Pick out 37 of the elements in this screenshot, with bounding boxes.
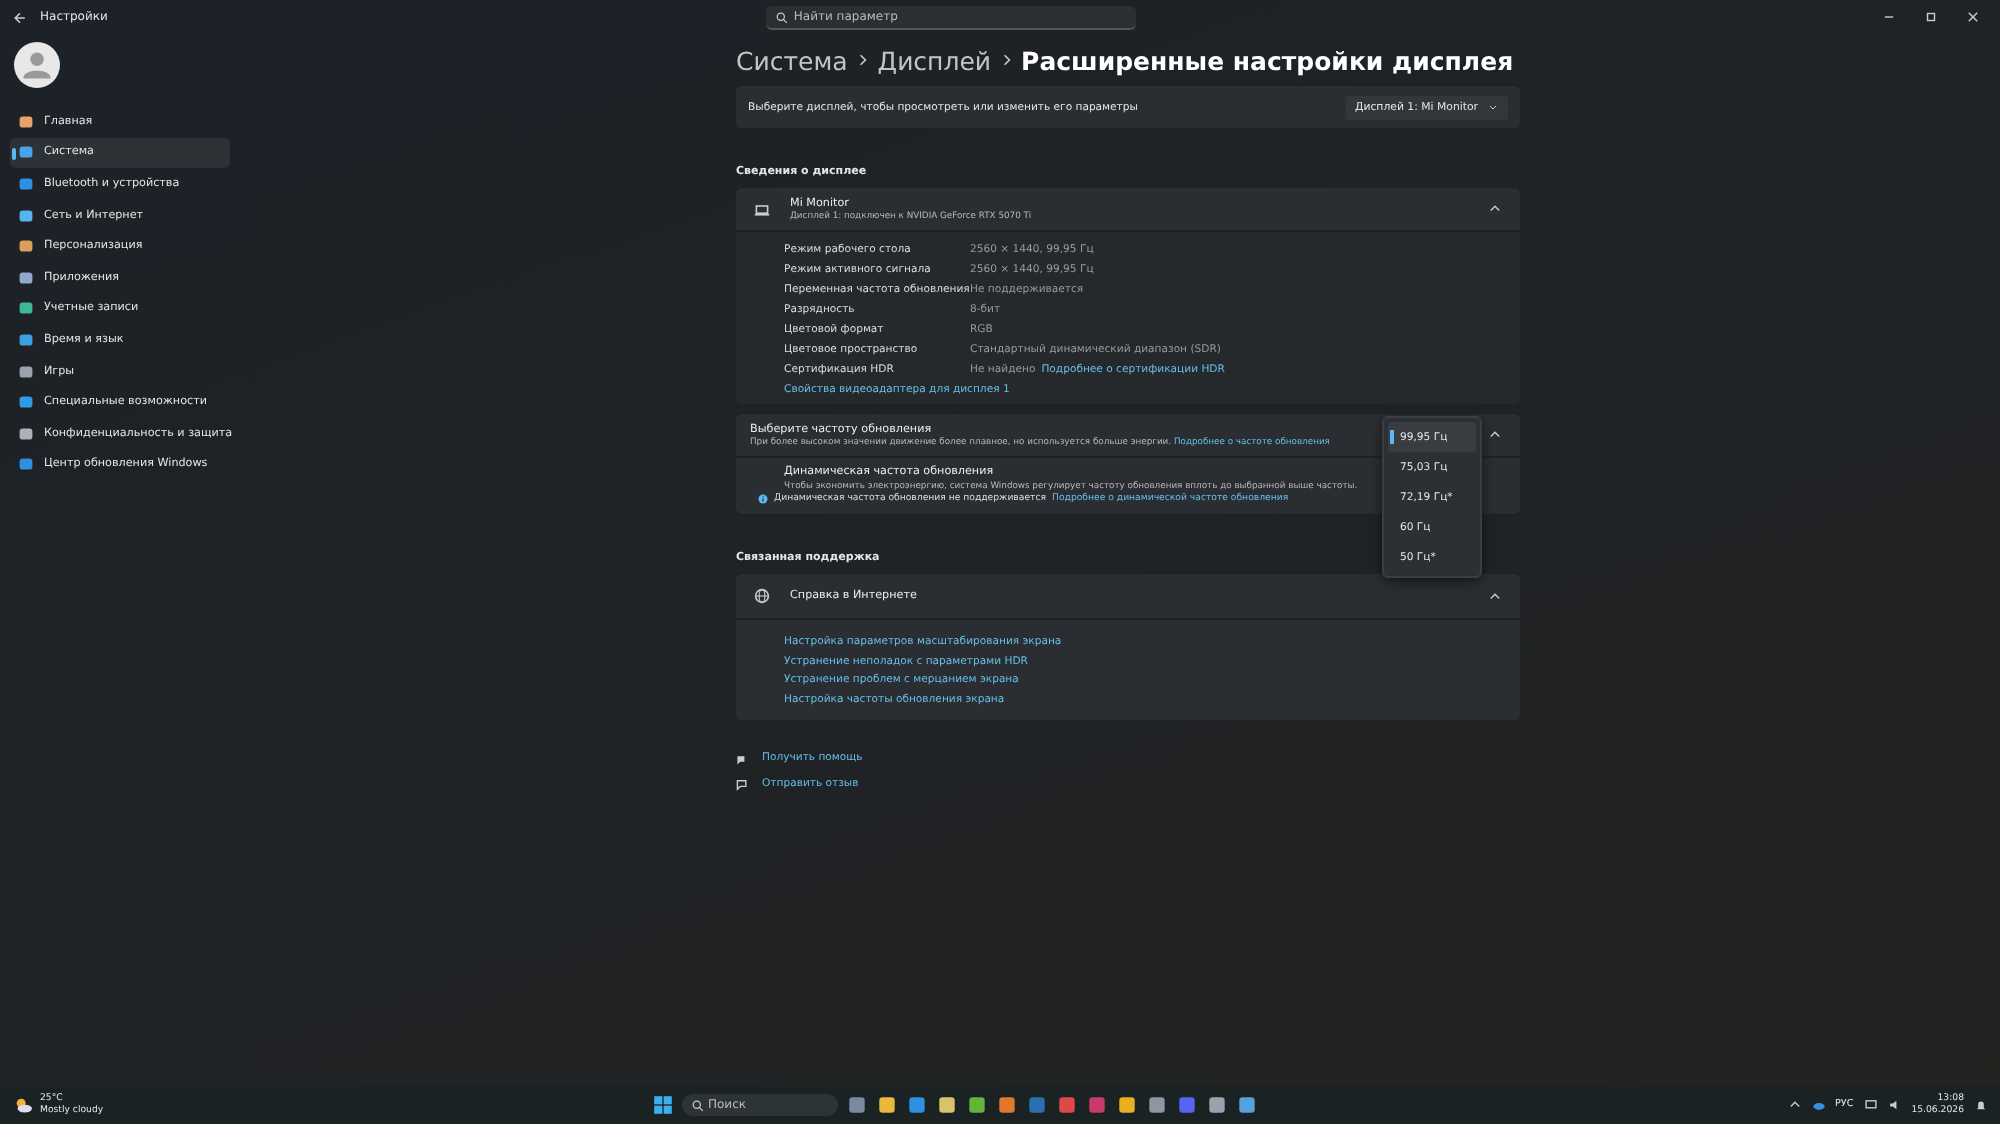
maximize-icon[interactable] <box>1924 10 1938 24</box>
info-icon <box>758 494 768 504</box>
globe-icon <box>754 588 770 604</box>
close-icon[interactable] <box>1966 10 1980 24</box>
app-icon[interactable] <box>1116 1094 1138 1116</box>
breadcrumb-item[interactable]: Система <box>736 45 848 75</box>
feedback-icon <box>736 777 750 792</box>
search-icon <box>775 11 788 23</box>
laptop-icon <box>754 201 770 217</box>
breadcrumb-item: Расширенные настройки дисплея <box>1021 45 1514 75</box>
start-icon[interactable] <box>652 1094 674 1116</box>
chevron-icon[interactable] <box>1488 589 1502 603</box>
app-icon[interactable] <box>876 1094 898 1116</box>
breadcrumb-item[interactable]: Дисплей <box>877 45 992 75</box>
cloud-sun-icon <box>12 1096 34 1114</box>
chevron-right-icon <box>1001 52 1012 68</box>
avatar-icon <box>14 42 60 88</box>
chevron-icon[interactable] <box>1488 202 1502 216</box>
app-icon[interactable] <box>846 1094 868 1116</box>
search-icon <box>692 1099 704 1111</box>
back-icon[interactable] <box>12 9 28 25</box>
cloud-icon[interactable] <box>1811 1098 1826 1112</box>
app-icon[interactable] <box>996 1094 1018 1116</box>
app-icon[interactable] <box>1206 1094 1228 1116</box>
app-icon[interactable] <box>906 1094 928 1116</box>
app-icon[interactable] <box>1236 1094 1258 1116</box>
bell-icon[interactable] <box>1974 1098 1988 1112</box>
app-icon[interactable] <box>1146 1094 1168 1116</box>
chevron-up-icon[interactable] <box>1787 1098 1802 1112</box>
monitor-icon[interactable] <box>1863 1098 1878 1112</box>
app-icon[interactable] <box>936 1094 958 1116</box>
app-icon[interactable] <box>1056 1094 1078 1116</box>
speaker-icon[interactable] <box>1887 1098 1902 1112</box>
chevron-right-icon <box>857 52 868 68</box>
app-icon[interactable] <box>966 1094 988 1116</box>
chevron-icon[interactable] <box>1488 428 1502 442</box>
minimize-icon[interactable] <box>1882 10 1896 24</box>
